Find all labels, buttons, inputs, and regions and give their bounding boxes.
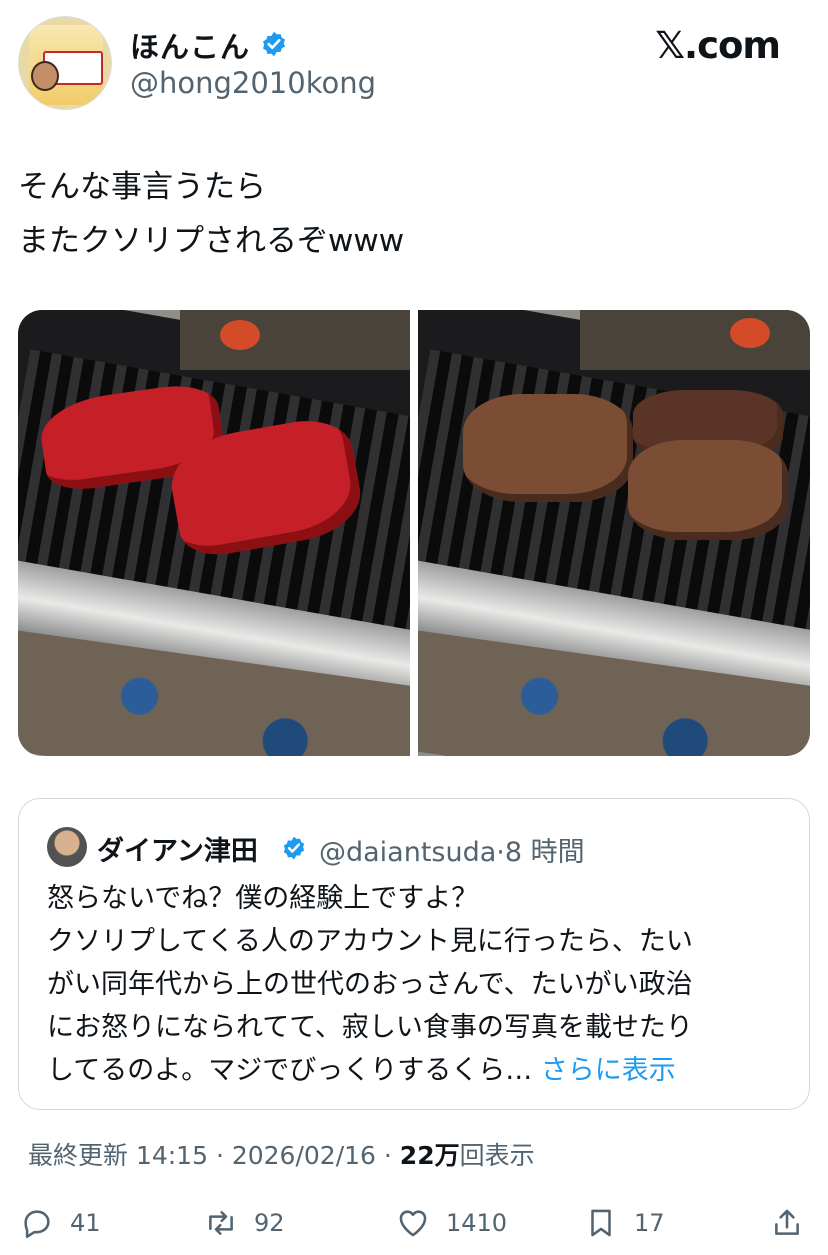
like-button[interactable]: 1410 [396,1200,507,1246]
reply-button[interactable]: 41 [20,1200,101,1246]
meta-dot: · [383,1141,392,1170]
quote-line-4: にお怒りになられてて、寂しい食事の写真を載せたり [47,1012,693,1043]
photo-raw-beef-on-grill[interactable] [18,310,410,756]
heart-icon [399,1210,427,1237]
quote-line-5: してるのよ。マジでびっくりするくら… さらに表示 [47,1049,787,1092]
bookmark-button[interactable]: 17 [584,1200,665,1246]
repost-button[interactable]: 92 [204,1200,285,1246]
action-bar: 41 92 1410 17 [18,1200,810,1246]
view-count: 22万 [399,1141,460,1170]
repost-icon [209,1211,233,1235]
tweet-line-2: またクソリプされるぞwww [18,223,405,259]
verified-badge-icon [283,836,305,860]
quoted-author-name[interactable]: ダイアン津田 [97,829,258,868]
updated-timestamp[interactable]: 最終更新 14:15 · 2026/02/16 [28,1141,376,1170]
author-handle[interactable]: @hong2010kong [130,66,376,100]
kimchi-dish [730,318,770,348]
quote-line-2: クソリプしてくる人のアカウント見に行ったら、たい [47,926,693,957]
x-brand-logo[interactable]: 𝕏.com [655,24,781,67]
dot-separator: · [496,837,505,868]
quote-line-1: 怒らないでね？僕の経験上ですよ？ [47,883,479,914]
quoted-tweet-text: 怒らないでね？僕の経験上ですよ？ クソリプしてくる人のアカウント見に行ったら、た… [47,877,787,1092]
quoted-author-avatar[interactable] [47,827,87,867]
tweet-header: ほんこん @hong2010kong 𝕏.com [18,16,810,116]
tweet-line-1: そんな事言うたら [18,169,266,205]
side-dish-plate [580,310,810,370]
author-name[interactable]: ほんこん [130,24,250,66]
side-dish-plate [180,310,410,370]
quoted-author-handle[interactable]: @daiantsuda [319,837,496,868]
avatar-face-image [31,61,59,91]
quoted-tweet-time[interactable]: 8 時間 [505,837,585,868]
view-count-label: 回表示 [459,1141,535,1170]
bookmark-count: 17 [634,1209,665,1237]
tweet-media-grid [18,310,810,756]
reply-icon [24,1210,50,1239]
verified-badge-icon [263,31,285,57]
reply-count: 41 [70,1209,101,1237]
kimchi-dish [220,320,260,350]
bookmark-icon [591,1209,611,1237]
quoted-tweet[interactable]: ダイアン津田 @daiantsuda·8 時間 怒らないでね？僕の経験上ですよ？… [18,798,810,1110]
tweet-text: そんな事言うたら またクソリプされるぞwww [18,160,404,268]
quoted-author-meta: @daiantsuda·8 時間 [319,830,585,869]
quote-line-5-text: してるのよ。マジでびっくりするくら… [47,1055,533,1086]
share-icon [775,1209,799,1235]
show-more-link[interactable]: さらに表示 [541,1055,676,1086]
cooked-beef-piece [628,440,788,540]
share-button[interactable] [770,1200,804,1246]
repost-count: 92 [254,1209,285,1237]
quote-line-3: がい同年代から上の世代のおっさんで、たいがい政治 [47,969,693,1000]
photo-cooked-beef-on-grill[interactable] [418,310,810,756]
cooked-beef-piece [463,394,633,502]
tweet-meta: 最終更新 14:15 · 2026/02/16 · 22万回表示 [28,1136,535,1172]
author-avatar[interactable] [18,16,112,110]
like-count: 1410 [446,1209,508,1237]
